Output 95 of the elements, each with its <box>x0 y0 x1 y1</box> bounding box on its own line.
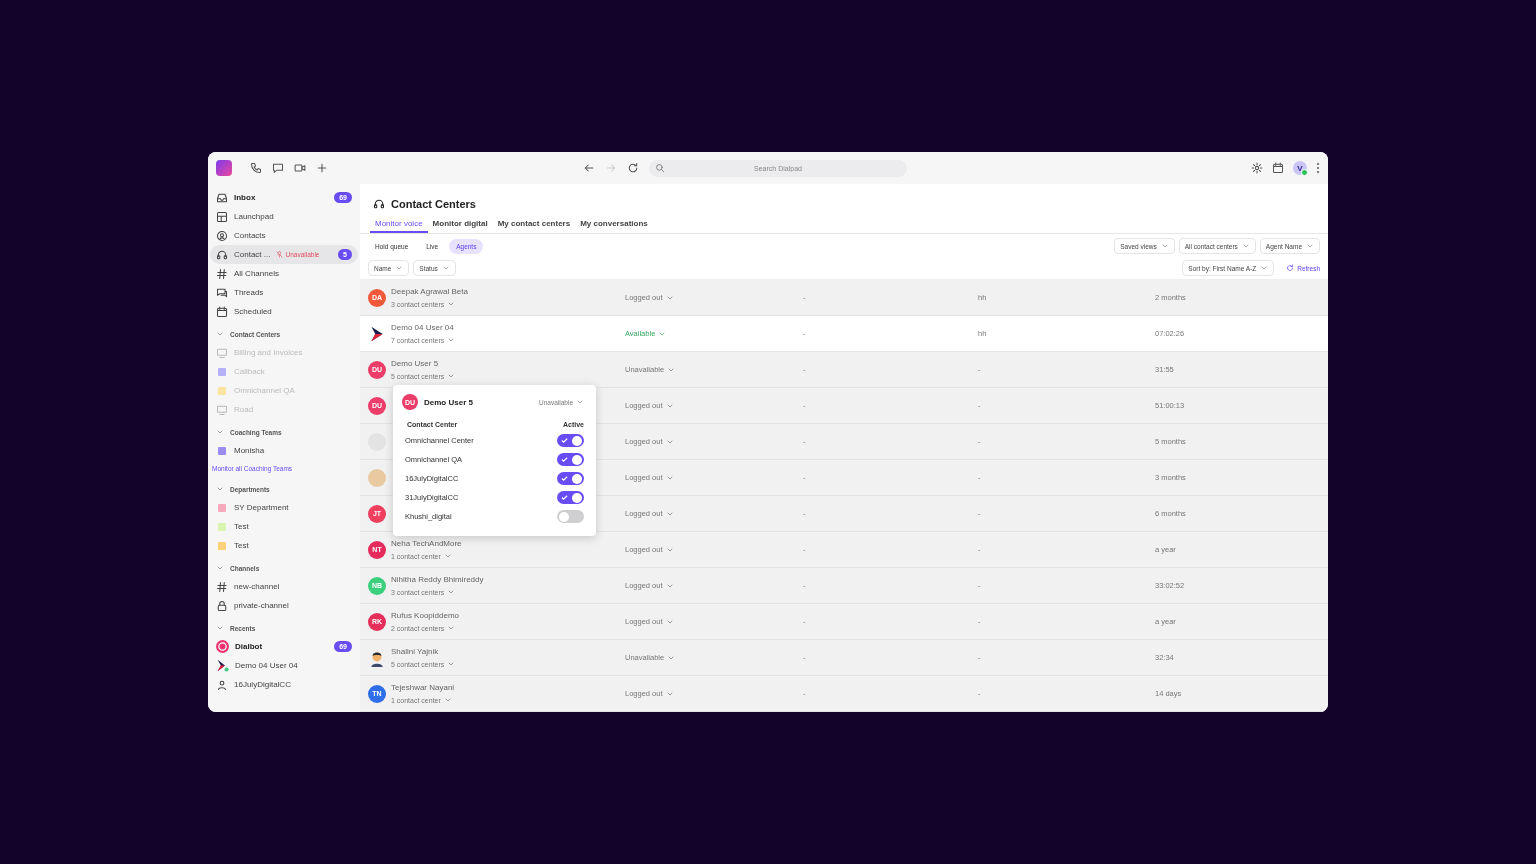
sidebar-item[interactable]: Test <box>210 536 358 555</box>
check-icon <box>561 437 568 444</box>
more-options-icon[interactable] <box>1316 162 1320 174</box>
video-button[interactable] <box>294 162 306 174</box>
person-icon <box>216 678 228 691</box>
threads-icon <box>216 286 228 299</box>
contacts-icon <box>216 229 228 242</box>
agent-name: Rufus Koopiddemo <box>391 611 460 620</box>
caret-icon <box>447 300 456 308</box>
caret-icon <box>216 624 224 632</box>
agent-name: Tejeshwar Nayani <box>391 683 455 692</box>
calendar-button[interactable] <box>1272 162 1284 174</box>
launchpad-icon <box>216 210 228 223</box>
hash-icon <box>216 580 228 593</box>
chat-button[interactable] <box>272 162 284 174</box>
sidebar-item[interactable]: Launchpad <box>210 207 358 226</box>
sidebar-item[interactable]: new-channel <box>210 577 358 596</box>
forward-arrow-icon <box>605 162 617 174</box>
sidebar-item[interactable]: Monisha <box>210 441 358 460</box>
agent-name: Deepak Agrawal Beta <box>391 287 468 296</box>
active-toggle[interactable] <box>557 472 584 485</box>
sidebar-item[interactable]: Threads <box>210 283 358 302</box>
sidebar-item[interactable]: private-channel <box>210 596 358 615</box>
agent-name: Demo 04 User 04 <box>391 323 455 332</box>
plus-icon <box>316 162 328 174</box>
agent-name: Nihitha Reddy Bhimireddy <box>391 575 484 584</box>
video-camera-icon <box>294 162 306 174</box>
monitor-icon <box>216 403 228 416</box>
back-arrow-icon <box>583 162 595 174</box>
tab[interactable]: My contact centers <box>492 216 576 233</box>
muted-microphone-icon <box>276 251 284 258</box>
app-logo-icon[interactable] <box>216 160 232 176</box>
user-avatar[interactable]: V <box>1293 161 1307 175</box>
caret-icon <box>447 336 456 344</box>
chevron-logo-icon <box>216 659 229 672</box>
tab[interactable]: My conversations <box>575 216 653 233</box>
sidebar-item[interactable]: Demo 04 User 04 <box>210 656 358 675</box>
reload-icon <box>627 162 639 174</box>
caret-icon <box>443 696 452 704</box>
settings-icon <box>1251 162 1263 174</box>
calendar-icon <box>1272 162 1284 174</box>
caret-icon <box>447 588 456 596</box>
tab[interactable]: Monitor voice <box>370 216 428 233</box>
sidebar-item[interactable]: SY Department <box>210 498 358 517</box>
caret-icon <box>447 372 456 380</box>
sidebar-item[interactable]: Test <box>210 517 358 536</box>
caret-icon <box>216 330 224 338</box>
phone-icon <box>250 162 262 174</box>
photo-placeholder <box>368 468 386 487</box>
caret-icon <box>216 564 224 572</box>
active-toggle[interactable] <box>557 453 584 466</box>
caret-icon <box>216 485 224 493</box>
sidebar-item[interactable]: Scheduled <box>210 302 358 321</box>
sidebar-item[interactable]: Contacts <box>210 226 358 245</box>
inbox-icon <box>216 191 228 204</box>
caret-icon <box>441 264 450 272</box>
reload-button[interactable] <box>627 162 639 174</box>
caret-icon <box>395 264 404 272</box>
refresh-icon <box>1286 264 1295 272</box>
caret-icon <box>1306 242 1314 250</box>
agent-name: Demo User 5 <box>424 397 473 407</box>
bot-avatar-icon <box>216 640 229 653</box>
settings-button[interactable] <box>1251 162 1263 174</box>
lock-icon <box>216 599 228 612</box>
calendar-icon <box>216 305 228 318</box>
sidebar-item[interactable]: All Channels <box>210 264 358 283</box>
caret-icon <box>443 552 452 560</box>
back-button[interactable] <box>583 162 595 174</box>
caret-icon <box>447 624 456 632</box>
headset-icon <box>373 198 385 210</box>
plus-button[interactable] <box>316 162 328 174</box>
caret-icon <box>1241 242 1250 250</box>
active-toggle[interactable] <box>557 510 584 523</box>
tab[interactable]: Monitor digital <box>427 216 493 233</box>
headset-icon <box>216 248 228 261</box>
agent-name: Neha TechAndMore <box>391 539 462 548</box>
caret-icon <box>1260 264 1269 272</box>
hash-icon <box>216 267 228 280</box>
active-toggle[interactable] <box>557 434 584 447</box>
monitor-icon <box>216 346 228 359</box>
caret-icon <box>576 398 584 406</box>
phone-button[interactable] <box>250 162 262 174</box>
search-icon <box>655 163 665 173</box>
page-title: Contact Centers <box>391 198 476 210</box>
check-icon <box>561 456 568 463</box>
check-icon <box>561 494 568 501</box>
chat-icon <box>272 162 284 174</box>
caret-icon <box>447 660 456 668</box>
active-toggle[interactable] <box>557 491 584 504</box>
sidebar-item[interactable]: 16JulyDigitalCC <box>210 675 358 694</box>
caret-icon <box>1160 242 1169 250</box>
agent-name: Shalini Yajnik <box>391 647 440 656</box>
agent-name: Demo User 5 <box>391 359 440 368</box>
caret-icon <box>216 428 224 436</box>
check-icon <box>561 475 568 482</box>
